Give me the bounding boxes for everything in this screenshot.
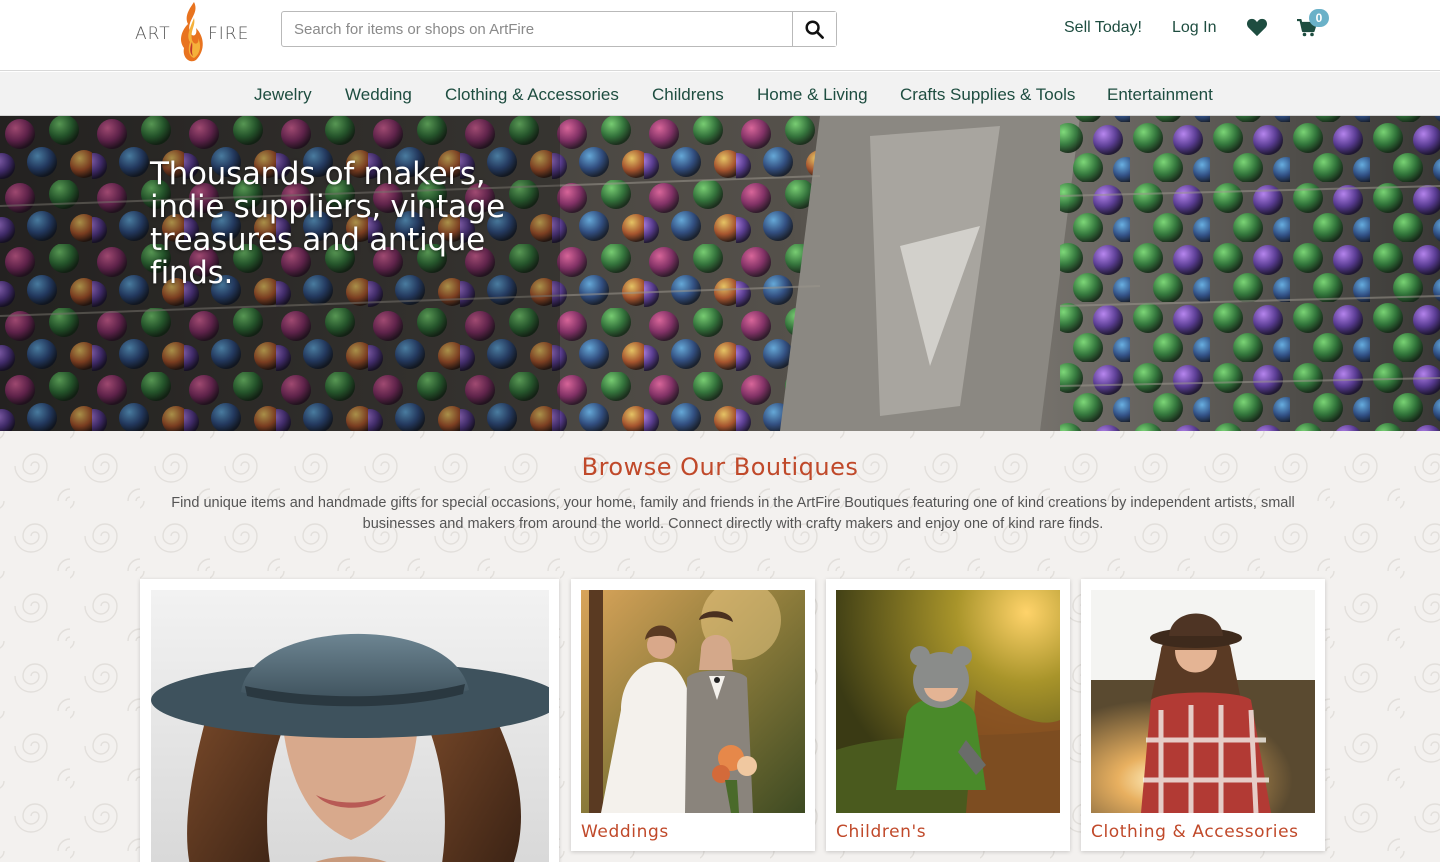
boutique-card-featured[interactable] (140, 579, 559, 862)
logo-art-text: ART (135, 24, 171, 44)
childrens-image (836, 590, 1060, 813)
logo-fire-text: FIRE (208, 24, 250, 44)
nav-item-childrens[interactable]: Childrens (652, 85, 724, 105)
boutique-card-clothing-accessories[interactable]: Clothing & Accessories (1081, 579, 1325, 851)
weddings-label: Weddings (581, 822, 669, 842)
boutiques-description: Find unique items and handmade gifts for… (171, 495, 1295, 532)
weddings-image (581, 590, 805, 813)
nav-item-wedding[interactable]: Wedding (345, 85, 412, 105)
category-nav: Jewelry Wedding Clothing & Accessories C… (0, 72, 1440, 116)
boutiques-title: Browse Our Boutiques (581, 453, 859, 481)
search-icon (805, 19, 824, 39)
search-button[interactable] (792, 12, 836, 46)
artfire-logo[interactable]: ART FIRE (134, 0, 252, 66)
heart-icon[interactable] (1246, 17, 1268, 37)
hero-headline: Thousands of makers, indie suppliers, vi… (150, 156, 505, 291)
sell-today-link[interactable]: Sell Today! (1064, 19, 1142, 37)
childrens-label: Children's (836, 822, 927, 842)
login-link[interactable]: Log In (1172, 19, 1216, 37)
nav-item-home-living[interactable]: Home & Living (757, 85, 868, 105)
clothing-accessories-label: Clothing & Accessories (1091, 822, 1299, 842)
nav-item-entertainment[interactable]: Entertainment (1107, 85, 1213, 105)
search-input[interactable] (282, 12, 792, 46)
cart-count-badge: 0 (1309, 9, 1329, 27)
cart-button[interactable]: 0 (1296, 9, 1334, 41)
boutiques-section: Browse Our Boutiques Find unique items a… (0, 431, 1440, 862)
nav-item-crafts-supplies-tools[interactable]: Crafts Supplies & Tools (900, 85, 1075, 105)
boutique-card-childrens[interactable]: Children's (826, 579, 1070, 851)
boutique-card-weddings[interactable]: Weddings (571, 579, 815, 851)
nav-item-clothing-accessories[interactable]: Clothing & Accessories (445, 85, 619, 105)
clothing-accessories-image (1091, 590, 1315, 813)
flame-logo-icon (181, 2, 203, 62)
search-bar (281, 11, 837, 47)
site-header: ART FIRE Sell Today! Log In 0 (0, 0, 1440, 71)
hero-banner: Thousands of makers, indie suppliers, vi… (0, 116, 1440, 431)
nav-item-jewelry[interactable]: Jewelry (254, 85, 312, 105)
featured-portrait-image (151, 590, 549, 862)
